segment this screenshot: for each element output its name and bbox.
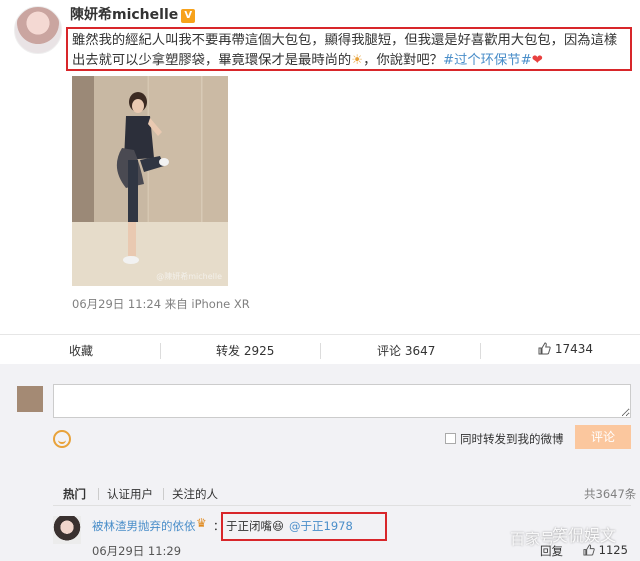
post-text-tail: ，你說對吧？ bbox=[363, 53, 443, 68]
tab-following[interactable]: 关注的人 bbox=[172, 486, 218, 502]
post-photo[interactable]: @陳妍希michelle bbox=[72, 76, 228, 286]
verified-badge-icon: V bbox=[181, 9, 196, 23]
brand-watermark: 笑侃娱文 bbox=[552, 526, 617, 545]
author-name-text[interactable]: 陳妍希michelle bbox=[70, 7, 178, 23]
topic-link[interactable]: #过个环保节# bbox=[443, 53, 532, 68]
tab-underline-divider bbox=[53, 505, 631, 506]
repost-button[interactable]: 转发 2925 bbox=[216, 342, 274, 359]
action-divider bbox=[320, 343, 321, 359]
post-text: 雖然我的經紀人叫我不要再帶這個大包包，顯得我腿短，但我還是好喜歡用大包包，因為這… bbox=[66, 27, 632, 71]
share-to-weibo-label: 同时转发到我的微博 bbox=[460, 432, 564, 446]
comment-mention-link[interactable]: @于正1978 bbox=[289, 518, 353, 534]
comment-time: 06月29日 11:29 bbox=[92, 544, 182, 558]
comment-total-count: 共3647条 bbox=[584, 487, 637, 501]
like-count: 17434 bbox=[554, 342, 594, 356]
crown-badge-icon: ♛ bbox=[196, 516, 207, 530]
heart-emoji-icon: ❤ bbox=[531, 53, 543, 68]
tab-divider bbox=[98, 488, 99, 500]
author-name[interactable]: 陳妍希michelle V bbox=[70, 4, 196, 24]
tab-hot[interactable]: 热门 bbox=[63, 486, 86, 502]
action-divider bbox=[160, 343, 161, 359]
author-avatar[interactable] bbox=[14, 6, 62, 54]
site-watermark: 百家号 bbox=[510, 530, 556, 548]
photo-figure bbox=[116, 92, 169, 264]
commenter-name[interactable]: 被林渣男抛弃的依依 bbox=[92, 518, 196, 534]
commenter-avatar[interactable] bbox=[53, 516, 81, 544]
action-divider bbox=[480, 343, 481, 359]
photo-watermark: @陳妍希michelle bbox=[156, 272, 222, 281]
tab-verified-users[interactable]: 认证用户 bbox=[107, 486, 153, 502]
share-to-weibo-checkbox[interactable] bbox=[445, 433, 456, 444]
current-user-avatar bbox=[17, 386, 43, 412]
thumbs-up-icon bbox=[538, 342, 551, 355]
comment-input[interactable] bbox=[53, 384, 631, 418]
emoji-picker-icon[interactable] bbox=[53, 430, 71, 448]
comment-text: 于正闭嘴😆 bbox=[226, 519, 284, 533]
favorite-button[interactable]: 收藏 bbox=[69, 342, 93, 359]
post-action-bar: 收藏 转发 2925 评论 3647 17434 bbox=[0, 334, 640, 364]
tab-divider bbox=[163, 488, 164, 500]
like-button[interactable]: 17434 bbox=[538, 342, 593, 356]
sun-emoji-icon: ☀ bbox=[351, 53, 364, 68]
submit-comment-button[interactable]: 评论 bbox=[575, 425, 631, 449]
post-meta: 06月29日 11:24 来自 iPhone XR bbox=[72, 297, 250, 311]
comment-button[interactable]: 评论 3647 bbox=[377, 342, 435, 359]
